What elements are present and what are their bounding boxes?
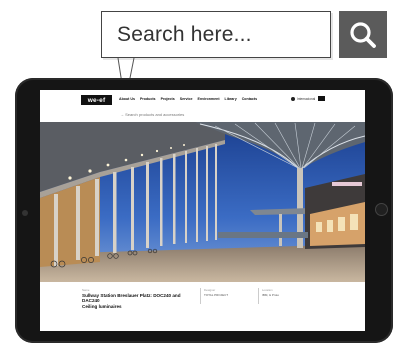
project-caption: Name Sullway Station Breslauer Platz: DO…	[40, 282, 365, 331]
globe-icon	[291, 97, 295, 101]
language-label: Internacional	[297, 97, 316, 101]
tablet-screen: we-ef About Us Products Projects Service…	[40, 90, 365, 331]
menu-item-service[interactable]: Service	[180, 97, 193, 101]
caption-divider	[200, 288, 201, 304]
caption-location-block: Location IBM, & Proto	[262, 288, 279, 297]
tablet-frame: we-ef About Us Products Projects Service…	[15, 78, 393, 343]
menu-item-environment[interactable]: Environment	[198, 97, 220, 101]
language-selector[interactable]: Internacional	[291, 97, 315, 101]
stage: Search here... we-ef About Us Products P…	[0, 0, 395, 343]
caption-title-line2: Ceiling luminaires	[82, 303, 122, 309]
menu-item-about[interactable]: About Us	[119, 97, 135, 101]
search-button[interactable]	[339, 11, 387, 58]
site-logo[interactable]: we-ef	[81, 95, 112, 105]
home-button[interactable]	[375, 203, 388, 216]
site-header: we-ef About Us Products Projects Service…	[40, 90, 365, 110]
search-placeholder: Search here...	[117, 22, 252, 46]
menu-item-contacts[interactable]: Contacts	[242, 97, 257, 101]
search-icon	[350, 21, 376, 48]
caption-designer-block: Designer TOTAL PROJECT	[204, 288, 228, 297]
search-input[interactable]: Search here...	[101, 11, 331, 58]
caption-title-line1: Sullway Station Breslauer Platz: DOC240 …	[82, 293, 181, 304]
main-menu: About Us Products Projects Service Envir…	[119, 97, 257, 101]
menu-item-projects[interactable]: Projects	[161, 97, 175, 101]
hero-image	[40, 122, 365, 282]
caption-divider	[258, 288, 259, 304]
menu-item-products[interactable]: Products	[140, 97, 156, 101]
menu-item-library[interactable]: Library	[225, 97, 237, 101]
location-value: IBM, & Proto	[262, 293, 280, 297]
location-label: Location	[262, 288, 273, 292]
caption-title-block: Name Sullway Station Breslauer Platz: DO…	[82, 288, 192, 309]
designer-value: TOTAL PROJECT	[204, 293, 229, 297]
designer-label: Designer	[204, 288, 216, 292]
camera-dot	[22, 210, 28, 216]
caption-kicker: Name	[82, 288, 90, 292]
menu-icon[interactable]	[318, 96, 325, 101]
site-search-hint[interactable]: → Search products and accessories	[120, 112, 184, 117]
